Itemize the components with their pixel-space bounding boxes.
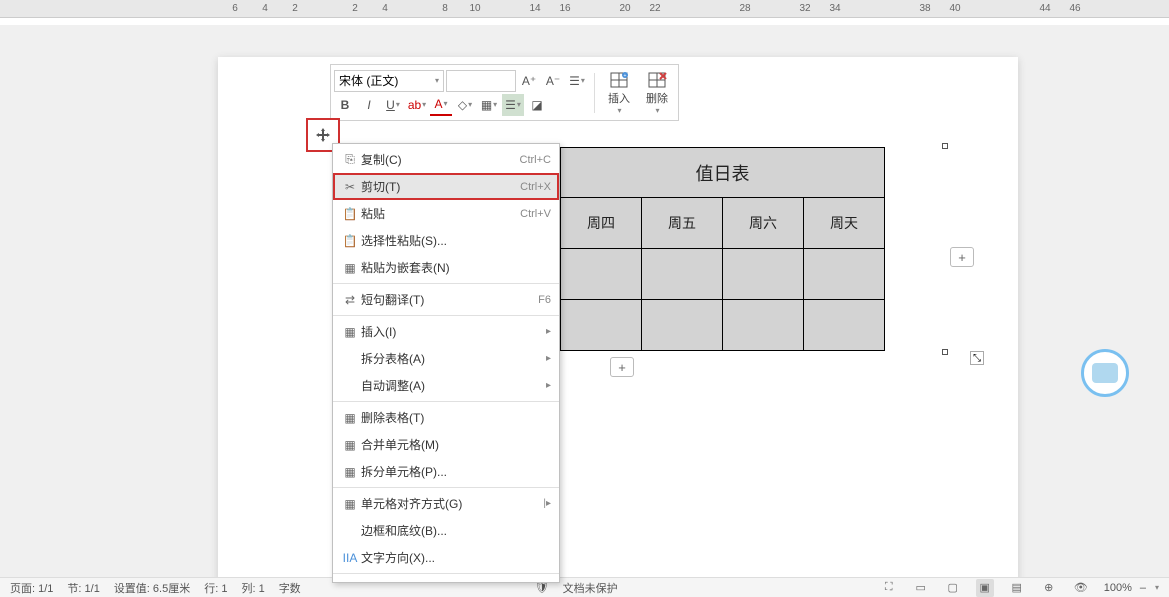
status-setting[interactable]: 设置值: 6.5厘米 [114,580,190,596]
bold-button[interactable]: B [334,94,356,116]
status-col[interactable]: 列: 1 [241,580,264,596]
table-cell[interactable] [642,300,723,351]
line-spacing-button[interactable]: ☰▾ [566,70,588,92]
document-table[interactable]: 值日表 周四 周五 周六 周天 + + ⤡ [560,147,966,351]
add-column-button[interactable]: + [950,247,974,267]
zoom-control[interactable]: 100%–▾ [1104,582,1159,594]
status-chars[interactable]: 字数 [279,580,301,596]
translate-icon: ⇄ [339,293,361,307]
comment-icon: ☰ [339,583,361,584]
align-icon: ▦ [339,497,361,511]
menu-delete-table[interactable]: ▦删除表格(T) [333,404,559,431]
border-button[interactable]: ▦▾ [478,94,500,116]
assistant-bubble[interactable] [1081,349,1129,397]
font-size-select[interactable] [446,70,516,92]
print-layout-icon[interactable]: ▢ [944,579,962,597]
table-cell[interactable] [642,249,723,300]
status-bar: 页面: 1/1 节: 1/1 设置值: 6.5厘米 行: 1 列: 1 字数 🛡… [0,577,1169,597]
status-page[interactable]: 页面: 1/1 [10,580,53,596]
table-header-cell[interactable]: 周四 [561,198,642,249]
table-cell[interactable] [804,300,885,351]
align-button[interactable]: ☰▾ [502,94,524,116]
highlight-button[interactable]: ab▾ [406,94,428,116]
status-line[interactable]: 行: 1 [204,580,227,596]
fullscreen-icon[interactable]: ⛶ [880,579,898,597]
eye-icon[interactable]: 👁 [1072,579,1090,597]
add-row-button[interactable]: + [610,357,634,377]
italic-button[interactable]: I [358,94,380,116]
table-cell[interactable] [723,249,804,300]
table-cell[interactable] [804,249,885,300]
table-cell[interactable] [561,300,642,351]
table-header-cell[interactable]: 周天 [804,198,885,249]
menu-borders[interactable]: 边框和底纹(B)... [333,517,559,544]
context-menu: ⎘复制(C)Ctrl+C ✂剪切(T)Ctrl+X 📋粘贴Ctrl+V 📋选择性… [332,143,560,583]
menu-comment[interactable]: ☰题注(Z)... [333,576,559,583]
selection-handle[interactable] [942,349,948,355]
paste-nested-icon: ▦ [339,261,361,275]
table-header-cell[interactable]: 周五 [642,198,723,249]
delete-table-button[interactable]: 删除▾ [639,68,675,117]
horizontal-ruler: 642248101416202228323438404446 [0,0,1169,18]
font-family-select[interactable]: 宋体 (正文)▾ [334,70,444,92]
reading-view-icon[interactable]: ▭ [912,579,930,597]
menu-cut[interactable]: ✂剪切(T)Ctrl+X [333,173,559,200]
format-painter-button[interactable]: ◪ [526,94,548,116]
copy-icon: ⎘ [339,152,361,167]
insert-table-button[interactable]: + 插入▾ [601,68,637,117]
table-cell[interactable] [723,300,804,351]
font-color-button[interactable]: A▾ [430,94,452,116]
page-layout-icon[interactable]: ▣ [976,579,994,597]
menu-cell-align[interactable]: ▦单元格对齐方式(G)|▸ [333,490,559,517]
floating-format-toolbar: 宋体 (正文)▾ A⁺ A⁻ ☰▾ B I U▾ ab▾ A▾ ◇▾ ▦▾ ☰▾… [330,64,679,121]
menu-insert[interactable]: ▦插入(I)▸ [333,318,559,345]
menu-paste-nested[interactable]: ▦粘贴为嵌套表(N) [333,254,559,281]
table-title-cell[interactable]: 值日表 [561,148,885,198]
paste-special-icon: 📋 [339,234,361,248]
svg-text:+: + [624,73,627,79]
web-layout-icon[interactable]: ⊕ [1040,579,1058,597]
table-header-cell[interactable]: 周六 [723,198,804,249]
status-protect[interactable]: 文档未保护 [563,580,618,596]
menu-translate[interactable]: ⇄短句翻译(T)F6 [333,286,559,313]
status-section[interactable]: 节: 1/1 [67,580,99,596]
menu-paste[interactable]: 📋粘贴Ctrl+V [333,200,559,227]
table-cell[interactable] [561,249,642,300]
table-resize-handle[interactable]: ⤡ [970,351,984,365]
menu-split-table[interactable]: 拆分表格(A)▸ [333,345,559,372]
decrease-font-button[interactable]: A⁻ [542,70,564,92]
shading-button[interactable]: ◇▾ [454,94,476,116]
menu-copy[interactable]: ⎘复制(C)Ctrl+C [333,146,559,173]
selection-handle[interactable] [942,143,948,149]
paste-icon: 📋 [339,207,361,221]
increase-font-button[interactable]: A⁺ [518,70,540,92]
menu-auto-fit[interactable]: 自动调整(A)▸ [333,372,559,399]
cut-icon: ✂ [339,180,361,194]
underline-button[interactable]: U▾ [382,94,404,116]
menu-paste-special[interactable]: 📋选择性粘贴(S)... [333,227,559,254]
insert-icon: ▦ [339,325,361,339]
menu-split-cells[interactable]: ▦拆分单元格(P)... [333,458,559,485]
merge-icon: ▦ [339,438,361,452]
menu-merge-cells[interactable]: ▦合并单元格(M) [333,431,559,458]
split-icon: ▦ [339,465,361,479]
text-dir-icon: IIA [339,551,361,565]
menu-text-direction[interactable]: IIA文字方向(X)... [333,544,559,571]
delete-table-icon: ▦ [339,411,361,425]
outline-view-icon[interactable]: ▤ [1008,579,1026,597]
